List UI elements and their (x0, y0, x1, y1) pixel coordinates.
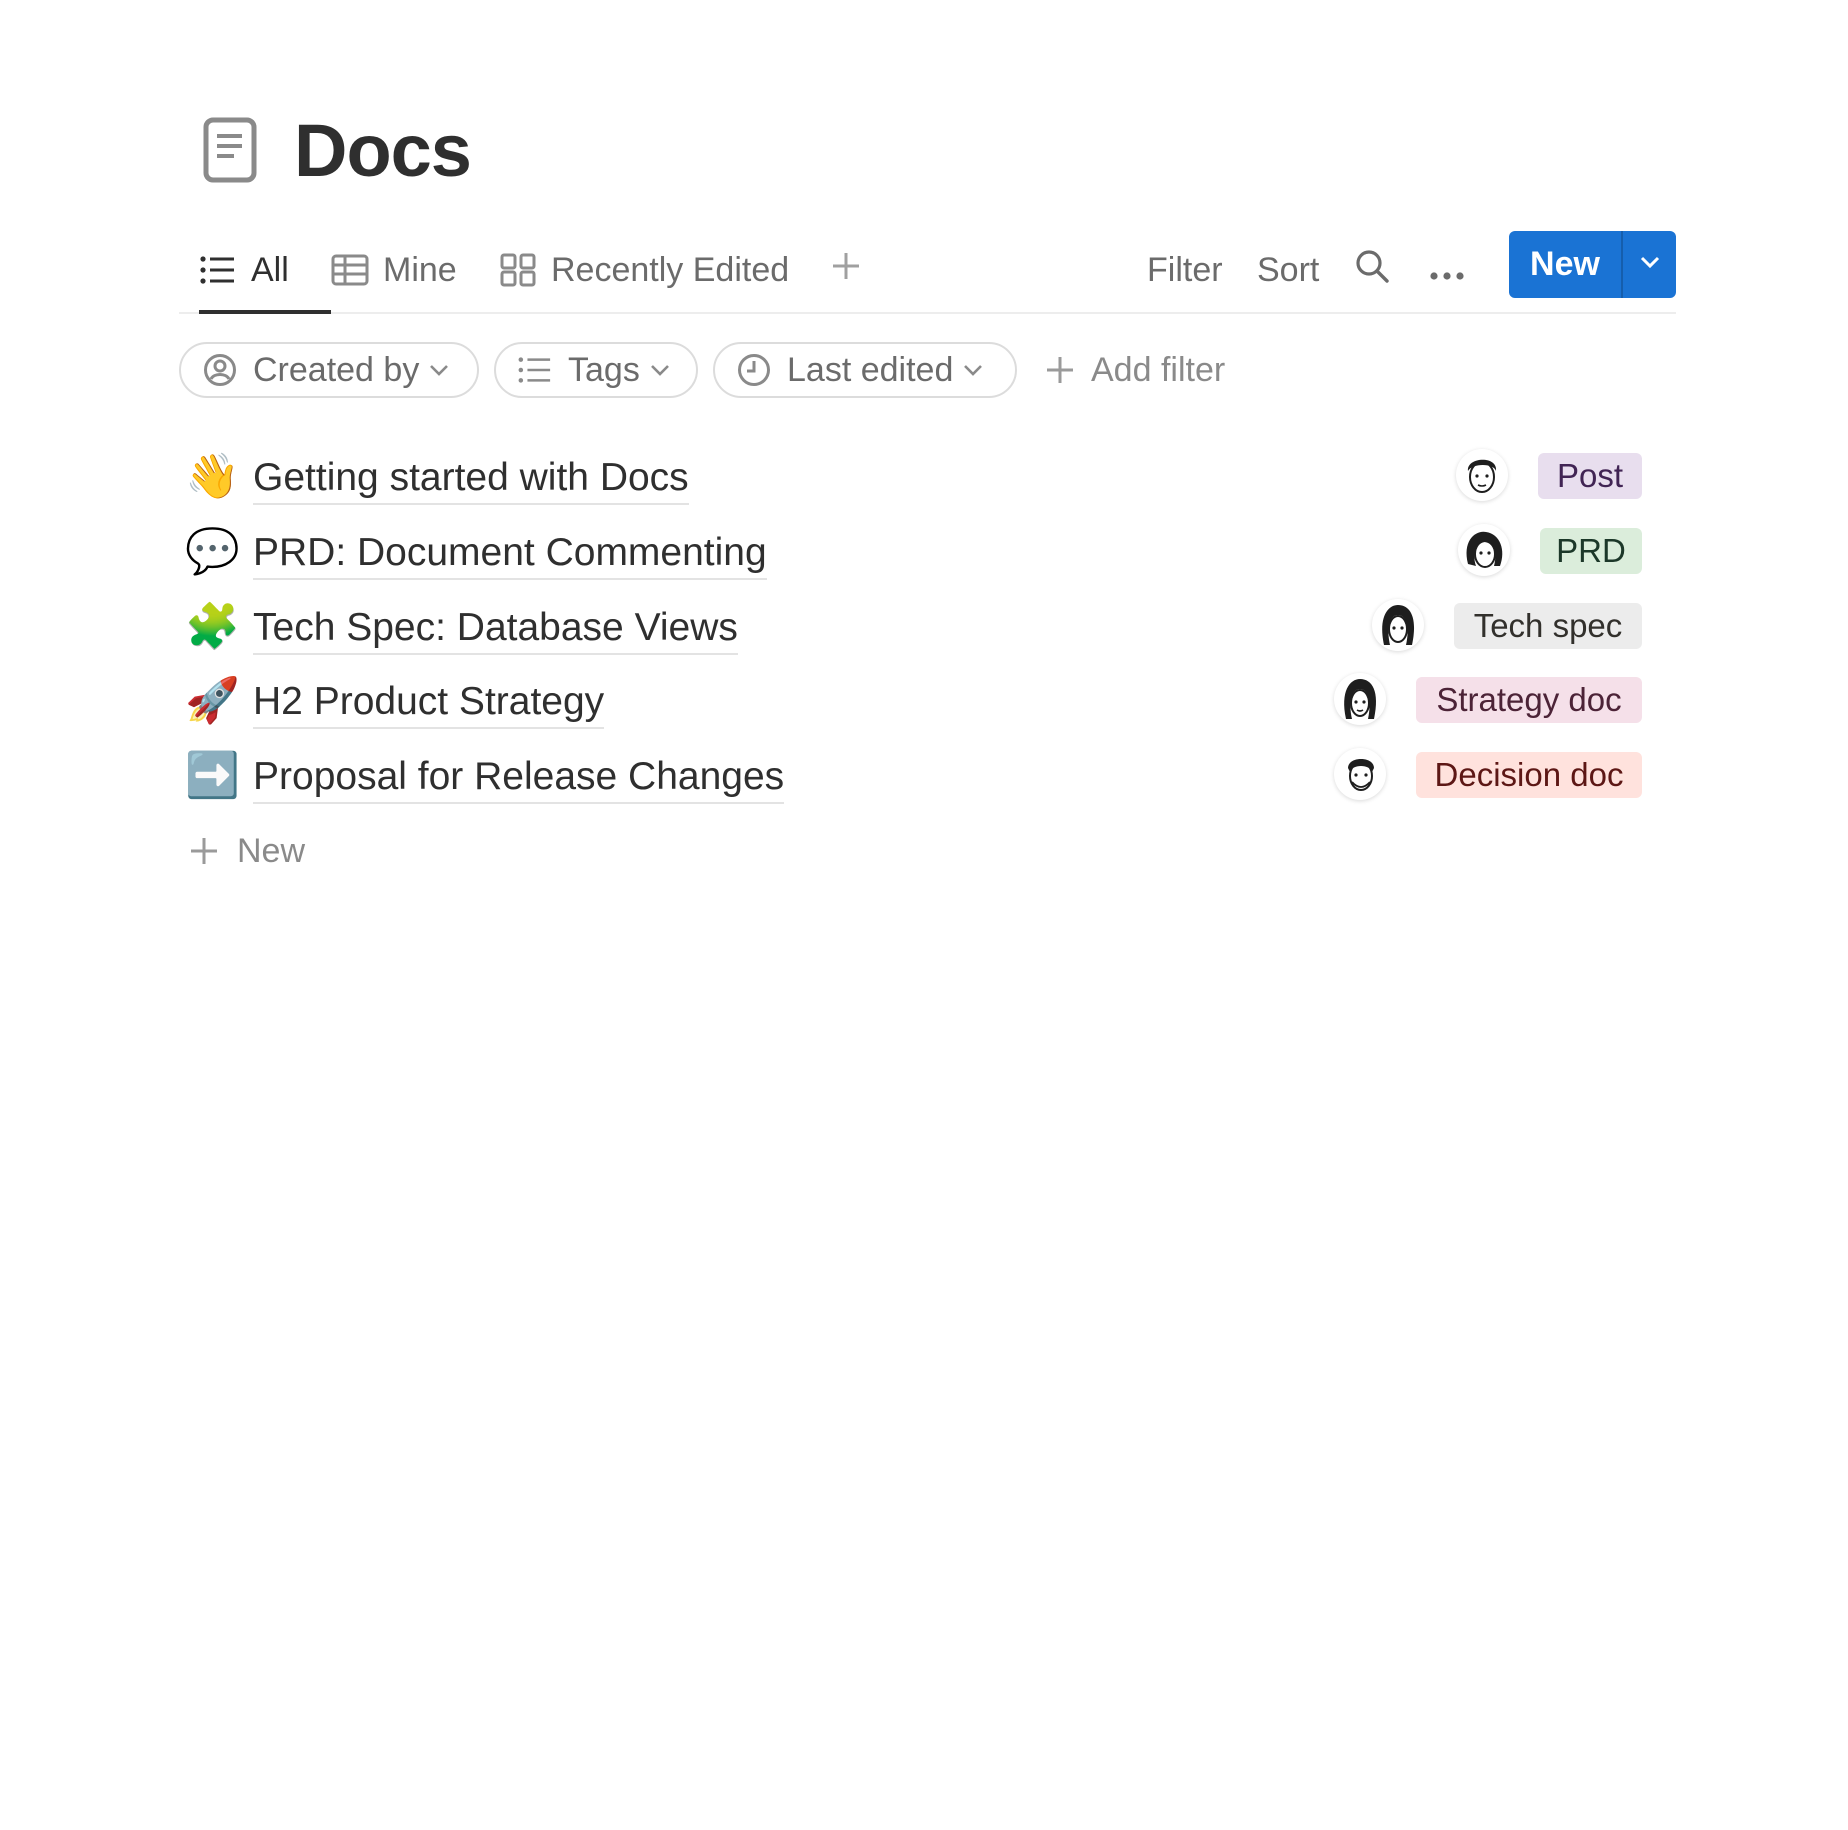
view-tabs-bar: All Mine Recently Edited Filter Sort New (179, 228, 1676, 314)
filter-last-edited[interactable]: Last edited (713, 342, 1017, 398)
avatar[interactable] (1334, 748, 1386, 800)
table-icon (331, 251, 369, 289)
tag-badge[interactable]: Decision doc (1416, 752, 1642, 798)
right-arrow-icon: ➡️ (185, 751, 240, 800)
search-icon (1355, 249, 1389, 292)
speech-bubble-icon: 💬 (185, 527, 240, 576)
avatar[interactable] (1372, 599, 1424, 651)
chevron-down-icon (963, 364, 983, 376)
doc-row[interactable]: 👋 Getting started with Docs Post (179, 443, 1676, 517)
chevron-down-icon (650, 364, 670, 376)
tab-mine[interactable]: Mine (331, 228, 457, 312)
tag-badge[interactable]: Tech spec (1454, 603, 1642, 649)
document-icon[interactable] (200, 115, 260, 185)
filter-created-by[interactable]: Created by (179, 342, 479, 398)
sort-button[interactable]: Sort (1257, 228, 1319, 312)
plus-icon (189, 836, 219, 866)
puzzle-piece-icon: 🧩 (185, 602, 240, 651)
active-tab-indicator (199, 310, 331, 314)
avatar[interactable] (1334, 673, 1386, 725)
page-header: Docs (200, 100, 472, 200)
filter-last-edited-label: Last edited (787, 350, 954, 389)
doc-row[interactable]: 🚀 H2 Product Strategy Strategy doc (179, 667, 1676, 741)
new-split-button: New (1509, 231, 1676, 298)
doc-row[interactable]: ➡️ Proposal for Release Changes Decision… (179, 742, 1676, 816)
search-button[interactable] (1355, 228, 1389, 312)
doc-row[interactable]: 🧩 Tech Spec: Database Views Tech spec (179, 593, 1676, 667)
add-view-button[interactable] (831, 228, 861, 312)
filter-created-by-label: Created by (253, 350, 420, 389)
tab-recently-edited-label: Recently Edited (551, 250, 790, 289)
doc-title[interactable]: Tech Spec: Database Views (253, 605, 738, 655)
doc-title[interactable]: Getting started with Docs (253, 455, 689, 505)
more-options-button[interactable] (1429, 228, 1465, 312)
clock-icon (737, 353, 771, 387)
tab-mine-label: Mine (383, 250, 457, 289)
docs-page: Docs All Mine Recently Edited Filter Sor… (0, 0, 1848, 1830)
more-icon (1429, 251, 1465, 290)
doc-row[interactable]: 💬 PRD: Document Commenting PRD (179, 518, 1676, 592)
avatar[interactable] (1458, 524, 1510, 576)
chevron-down-icon (429, 364, 449, 376)
filter-tags-label: Tags (568, 350, 640, 389)
tab-recently-edited[interactable]: Recently Edited (499, 228, 789, 312)
person-icon (203, 353, 237, 387)
tab-all[interactable]: All (199, 228, 331, 314)
waving-hand-icon: 👋 (185, 452, 240, 501)
page-title[interactable]: Docs (294, 108, 472, 193)
new-button[interactable]: New (1509, 231, 1621, 298)
tag-badge[interactable]: PRD (1540, 528, 1642, 574)
doc-title[interactable]: H2 Product Strategy (253, 679, 605, 729)
gallery-icon (499, 251, 537, 289)
list-icon (518, 353, 552, 387)
add-new-row-label: New (237, 831, 306, 870)
doc-title[interactable]: PRD: Document Commenting (253, 530, 767, 580)
rocket-icon: 🚀 (185, 676, 240, 725)
filter-button[interactable]: Filter (1147, 228, 1223, 312)
avatar[interactable] (1456, 449, 1508, 501)
doc-title[interactable]: Proposal for Release Changes (253, 754, 785, 804)
tag-badge[interactable]: Strategy doc (1416, 677, 1642, 723)
plus-icon (1045, 355, 1075, 385)
chevron-down-icon (1639, 255, 1661, 274)
add-filter-button[interactable]: Add filter (1045, 342, 1225, 398)
tag-badge[interactable]: Post (1538, 453, 1642, 499)
tab-all-label: All (251, 250, 289, 289)
plus-icon (831, 251, 861, 290)
list-icon (199, 251, 237, 289)
add-filter-label: Add filter (1091, 350, 1226, 389)
add-new-row-button[interactable]: New (189, 826, 305, 876)
filter-tags[interactable]: Tags (494, 342, 698, 398)
new-dropdown-button[interactable] (1623, 231, 1676, 298)
